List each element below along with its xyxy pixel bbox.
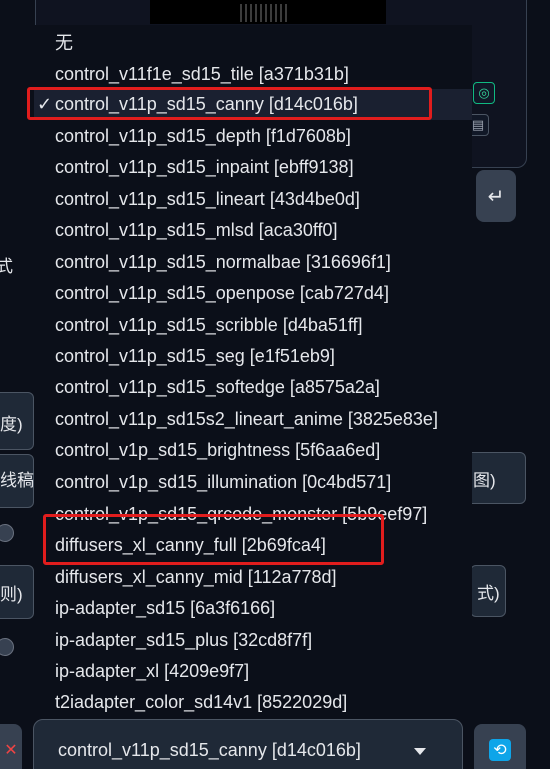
model-dropdown-list: 无 control_v11f1e_sd15_tile [a371b31b] ✓ c… — [34, 25, 472, 718]
dropdown-option-label: control_v1p_sd15_illumination [0c4bd571] — [55, 472, 392, 492]
dropdown-option-label: control_v11p_sd15_inpaint [ebff9138] — [55, 157, 354, 177]
dropdown-option[interactable]: t2iadapter_color_sd14v1 [8522029d] — [55, 687, 347, 718]
edge-label-3: 线稿 — [0, 471, 34, 490]
dropdown-option-selected[interactable]: ✓ control_v11p_sd15_canny [d14c016b] — [34, 89, 472, 120]
dropdown-option-label: ip-adapter_sd15 [6a3f6166] — [55, 598, 276, 618]
send-icon: ↵ — [487, 185, 505, 208]
dropdown-option[interactable]: ip-adapter_xl [4209e9f7] — [55, 656, 249, 687]
dropdown-option-label: control_v11p_sd15_normalbae [316696f1] — [55, 252, 391, 272]
dropdown-option[interactable]: control_v11p_sd15_scribble [d4ba51ff] — [55, 310, 363, 341]
dropdown-option-label: ip-adapter_sd15_plus [32cd8f7f] — [55, 630, 313, 650]
dropdown-option[interactable]: control_v11p_sd15_seg [e1f51eb9] — [55, 341, 335, 372]
dropdown-option-label: control_v11p_sd15_lineart [43d4be0d] — [55, 189, 360, 209]
dropdown-option[interactable]: control_v1p_sd15_illumination [0c4bd571] — [55, 467, 391, 498]
dropdown-option-label: ip-adapter_xl [4209e9f7] — [55, 661, 250, 681]
dropdown-option[interactable]: diffusers_xl_canny_full [2b69fca4] — [55, 530, 326, 561]
dropdown-option[interactable]: control_v11p_sd15_mlsd [aca30ff0] — [55, 215, 338, 246]
dropdown-option-label: control_v11p_sd15_mlsd [aca30ff0] — [55, 220, 338, 240]
dropdown-option-label: control_v11p_sd15_softedge [a8575a2a] — [55, 377, 380, 397]
preview-image — [150, 0, 386, 24]
edge-label-4: 则) — [0, 585, 23, 604]
refresh-models-button[interactable]: ⟲ — [474, 724, 526, 769]
dropdown-option[interactable]: control_v11p_sd15_inpaint [ebff9138] — [55, 152, 354, 183]
dropdown-option[interactable]: control_v11f1e_sd15_tile [a371b31b] — [55, 59, 349, 90]
delete-button[interactable]: ✕ — [0, 724, 22, 769]
right-button-2-label: 式) — [477, 583, 500, 603]
close-icon: ✕ — [4, 742, 18, 759]
dropdown-option[interactable]: control_v1p_sd15_qrcode_monster [5b9eef9… — [55, 499, 427, 530]
dropdown-option[interactable]: control_v11p_sd15_normalbae [316696f1] — [55, 247, 391, 278]
dropdown-option-label: control_v11p_sd15_canny [d14c016b] — [55, 94, 358, 114]
model-select[interactable]: control_v11p_sd15_canny [d14c016b] — [33, 719, 463, 769]
check-icon: ✓ — [36, 94, 53, 114]
edge-label-1: 式 — [0, 257, 13, 276]
right-button-1[interactable]: 图) — [466, 452, 526, 504]
dropdown-option[interactable]: diffusers_xl_canny_mid [112a778d] — [55, 562, 337, 593]
edge-label-2: 度) — [0, 415, 23, 434]
dropdown-option[interactable]: control_v11p_sd15_lineart [43d4be0d] — [55, 184, 360, 215]
dropdown-option[interactable]: control_v11p_sd15_softedge [a8575a2a] — [55, 372, 380, 403]
chevron-down-icon — [414, 748, 426, 755]
dropdown-option[interactable]: control_v11p_sd15_depth [f1d7608b] — [55, 121, 351, 152]
dropdown-option-label: control_v11p_sd15s2_lineart_anime [3825e… — [55, 409, 438, 429]
dropdown-option-label: control_v1p_sd15_qrcode_monster [5b9eef9… — [55, 504, 428, 524]
controlnet-panel: ◎ ▤ ↵ 式 度) 线稿 则) ✕ 图) 式) control_v11p_sd… — [0, 0, 550, 769]
spiral-icon[interactable]: ◎ — [473, 82, 495, 104]
dropdown-option-label: 无 — [55, 33, 73, 53]
model-select-value: control_v11p_sd15_canny [d14c016b] — [58, 740, 361, 760]
dropdown-option[interactable]: 无 — [55, 28, 73, 59]
dropdown-option-label: control_v11p_sd15_openpose [cab727d4] — [55, 283, 389, 303]
dropdown-option[interactable]: control_v11p_sd15_openpose [cab727d4] — [55, 278, 389, 309]
dropdown-option-label: control_v11p_sd15_depth [f1d7608b] — [55, 126, 351, 146]
refresh-icon: ⟲ — [489, 739, 511, 761]
dropdown-option[interactable]: ip-adapter_sd15 [6a3f6166] — [55, 593, 275, 624]
send-dimensions-button[interactable]: ↵ — [476, 170, 516, 222]
dropdown-option[interactable]: control_v11p_sd15s2_lineart_anime [3825e… — [55, 404, 438, 435]
right-button-1-label: 图) — [473, 470, 496, 490]
radio-2[interactable] — [0, 638, 14, 656]
dropdown-option-label: control_v11p_sd15_scribble [d4ba51ff] — [55, 315, 363, 335]
dropdown-option-label: diffusers_xl_canny_full [2b69fca4] — [55, 535, 326, 555]
right-button-2[interactable]: 式) — [470, 565, 506, 617]
dropdown-option[interactable]: control_v1p_sd15_brightness [5f6aa6ed] — [55, 435, 380, 466]
dropdown-option-label: control_v11p_sd15_seg [e1f51eb9] — [55, 346, 335, 366]
dropdown-option-label: control_v11f1e_sd15_tile [a371b31b] — [55, 64, 349, 84]
radio-1[interactable] — [0, 524, 14, 542]
dropdown-option[interactable]: ip-adapter_sd15_plus [32cd8f7f] — [55, 625, 312, 656]
dropdown-option-label: t2iadapter_color_sd14v1 [8522029d] — [55, 692, 348, 712]
dropdown-option-label: control_v1p_sd15_brightness [5f6aa6ed] — [55, 440, 381, 460]
dropdown-option-label: diffusers_xl_canny_mid [112a778d] — [55, 567, 337, 587]
